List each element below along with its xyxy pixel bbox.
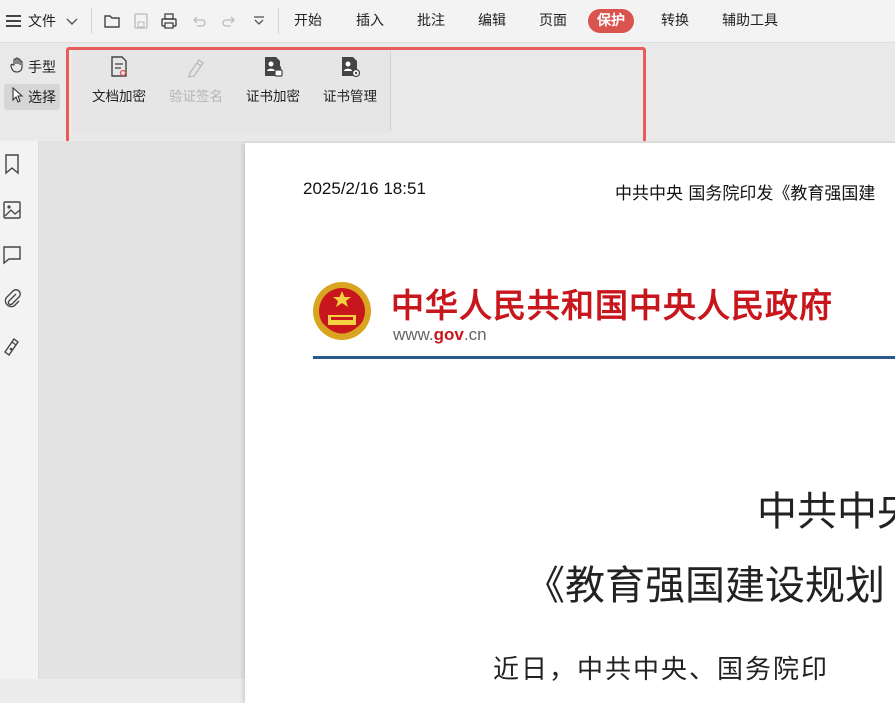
tab-convert[interactable]: 转换	[661, 0, 689, 42]
menu-divider	[91, 8, 92, 34]
doc-header-title: 中共中央 国务院印发《教育强国建	[615, 184, 876, 204]
tab-tools[interactable]: 辅助工具	[722, 0, 778, 42]
comment-icon[interactable]	[2, 244, 22, 266]
cert-encrypt-button[interactable]: 证书加密	[237, 55, 309, 105]
cert-encrypt-icon	[262, 55, 284, 79]
open-folder-icon[interactable]	[103, 12, 121, 30]
ribbon: 手型 选择 文档加密 验证签名 证书加密 证书管理	[0, 43, 895, 140]
select-mode-label: 选择	[28, 90, 56, 106]
image-icon[interactable]	[2, 199, 22, 221]
article-title-line-1: 中共中央	[757, 489, 895, 535]
more-chevron-icon[interactable]	[250, 12, 268, 30]
redo-icon[interactable]	[220, 12, 238, 30]
doc-encrypt-icon	[108, 55, 130, 79]
document-page[interactable]: 2025/2/16 18:51 中共中央 国务院印发《教育强国建 中华人民共和国…	[245, 143, 895, 703]
cert-manage-icon	[339, 55, 361, 79]
hamburger-menu-icon[interactable]	[6, 0, 22, 42]
print-icon[interactable]	[160, 12, 178, 30]
signature-icon[interactable]	[2, 334, 22, 356]
cert-manage-button[interactable]: 证书管理	[314, 55, 386, 105]
doc-encrypt-button[interactable]: 文档加密	[83, 55, 155, 105]
verify-signature-label: 验证签名	[169, 89, 223, 105]
header-rule	[313, 356, 895, 359]
tab-insert[interactable]: 插入	[356, 0, 384, 42]
tab-start[interactable]: 开始	[294, 0, 322, 42]
tab-page[interactable]: 页面	[539, 0, 567, 42]
cert-encrypt-label: 证书加密	[246, 89, 300, 105]
tab-edit[interactable]: 编辑	[478, 0, 506, 42]
file-menu[interactable]: 文件	[28, 0, 56, 42]
attachment-icon[interactable]	[2, 288, 22, 310]
hand-mode-label: 手型	[28, 60, 56, 76]
undo-icon[interactable]	[190, 12, 208, 30]
article-paragraph: 近日，中共中央、国务院印	[493, 655, 830, 685]
left-sidebar	[0, 141, 39, 679]
gov-site-url[interactable]: www.gov.cn	[393, 325, 487, 345]
chevron-down-icon[interactable]	[66, 0, 78, 42]
cursor-icon	[6, 86, 28, 107]
menu-bar: 文件 开始 插入 批注 编辑 页面 保护 转换 辅助工具	[0, 0, 895, 43]
gov-site-title: 中华人民共和国中央人民政府	[391, 286, 833, 325]
doc-date: 2025/2/16 18:51	[303, 179, 426, 198]
save-icon[interactable]	[132, 12, 150, 30]
article-title-line-2: 《教育强国建设规划	[525, 563, 885, 609]
bookmark-icon[interactable]	[2, 153, 22, 175]
cert-manage-label: 证书管理	[323, 89, 377, 105]
ribbon-divider	[390, 51, 391, 131]
tab-protect[interactable]: 保护	[588, 9, 634, 33]
hand-icon	[6, 57, 28, 77]
select-mode-button[interactable]: 选择	[4, 84, 60, 110]
national-emblem-icon	[311, 279, 373, 345]
verify-signature-icon	[185, 55, 207, 79]
verify-signature-button[interactable]: 验证签名	[160, 55, 232, 105]
doc-encrypt-label: 文档加密	[92, 89, 146, 105]
hand-mode-button[interactable]: 手型	[4, 54, 60, 80]
menu-divider	[278, 8, 279, 34]
tab-annotate[interactable]: 批注	[417, 0, 445, 42]
